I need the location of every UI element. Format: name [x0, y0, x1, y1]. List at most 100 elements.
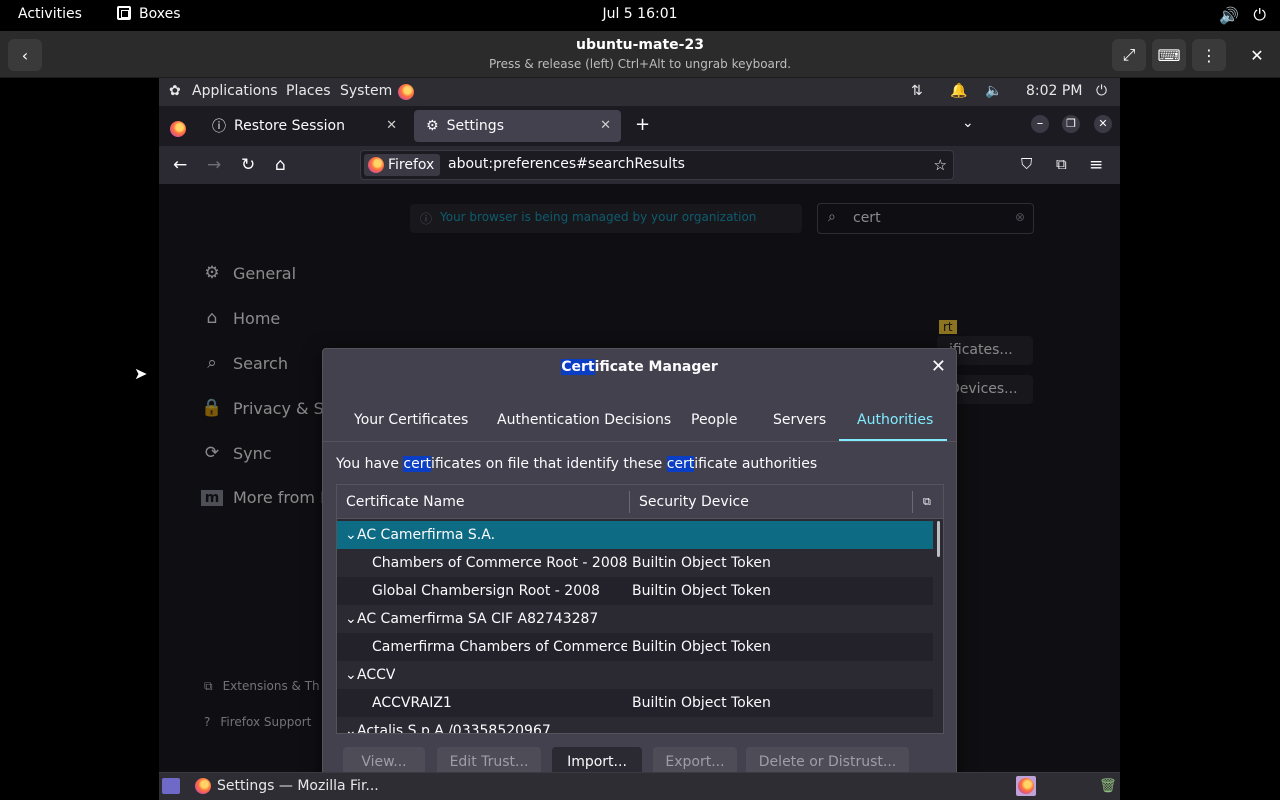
places-menu[interactable]: Places — [286, 83, 331, 99]
tree-cert-row[interactable]: Camerfirma Chambers of Commerce ... Buil… — [337, 633, 933, 661]
volume-icon[interactable]: 🔈 — [985, 83, 1002, 99]
tree-group-row[interactable]: ⌄ AC Camerfirma SA CIF A82743287 — [337, 605, 933, 633]
intro-highlight: cert — [666, 456, 695, 472]
close-browser-button[interactable]: ✕ — [1094, 115, 1112, 133]
column-divider — [912, 491, 913, 513]
tab-authentication-decisions[interactable]: Authentication Decisions — [497, 412, 671, 428]
column-security-device[interactable]: Security Device — [639, 494, 749, 510]
system-menu[interactable]: System — [340, 83, 392, 99]
firefox-icon — [170, 120, 186, 137]
home-icon[interactable]: ⌂ — [275, 155, 286, 175]
expand-icon: ⤢ — [1122, 45, 1136, 64]
identity-box[interactable]: Firefox — [364, 154, 441, 176]
close-window-button[interactable]: ✕ — [1240, 39, 1274, 71]
mate-bottom-panel: Settings — Mozilla Fir... 🗑 — [159, 772, 1120, 800]
tree-group-row[interactable]: ⌄ AC Camerfirma S.A. — [337, 521, 933, 549]
tree-group-row[interactable]: ⌄ ACCV — [337, 661, 933, 689]
boxes-header-bar: ‹ ubuntu-mate-23 Press & release (left) … — [0, 31, 1280, 78]
bell-icon[interactable]: 🔔 — [950, 83, 967, 99]
firefox-icon — [195, 778, 211, 794]
panel-clock[interactable]: 8:02 PM — [1026, 83, 1082, 99]
gnome-clock[interactable]: Jul 5 16:01 — [0, 6, 1280, 22]
menu-button[interactable]: ⋮ — [1192, 39, 1226, 71]
bookmark-star-icon[interactable]: ☆ — [934, 156, 947, 174]
close-tab-icon[interactable]: ✕ — [386, 118, 397, 133]
list-tabs-button[interactable]: ⌄ — [962, 115, 974, 131]
taskbar-window-settings[interactable]: Settings — Mozilla Fir... — [195, 778, 379, 794]
show-desktop-icon[interactable] — [162, 778, 180, 794]
tab-authorities[interactable]: Authorities — [857, 412, 933, 428]
workspace-switcher[interactable] — [1016, 776, 1036, 796]
tab-people[interactable]: People — [691, 412, 738, 428]
tab-your-certificates[interactable]: Your Certificates — [354, 412, 468, 428]
taskbar-window-label: Settings — Mozilla Fir... — [217, 778, 379, 794]
tab-settings[interactable]: ⚙ Settings ✕ — [414, 110, 621, 142]
gnome-top-bar: Activities Boxes Jul 5 16:01 🔊 ⏻ — [0, 0, 1280, 31]
firefox-launcher[interactable] — [398, 84, 414, 100]
settings-page: ⓘ Your browser is being managed by your … — [159, 184, 1120, 800]
tabs-divider — [323, 441, 956, 442]
close-icon: ✕ — [1250, 45, 1264, 65]
pocket-icon[interactable]: ⛉ — [1021, 155, 1032, 173]
tree-cert-row[interactable]: Chambers of Commerce Root - 2008 Builtin… — [337, 549, 933, 577]
forward-arrow-icon[interactable]: → — [207, 155, 221, 175]
hamburger-menu-icon[interactable]: ≡ — [1089, 155, 1103, 175]
firefox-tab-bar: ⓘ Restore Session ✕ ⚙ Settings ✕ + ⌄ – ❐… — [159, 106, 1120, 146]
power-icon[interactable]: ⏻ — [1096, 83, 1107, 99]
title-rest: ificate Manager — [594, 359, 718, 375]
title-highlight: Cert — [561, 359, 595, 375]
ungrab-hint: Press & release (left) Ctrl+Alt to ungra… — [488, 57, 792, 71]
column-certificate-name[interactable]: Certificate Name — [346, 494, 464, 510]
applications-menu[interactable]: Applications — [192, 83, 278, 99]
system-tray[interactable]: 🔊 ⏻ — [1219, 5, 1266, 25]
keyboard-button[interactable]: ⌨ — [1152, 39, 1186, 71]
extensions-icon[interactable]: ⧉ — [1056, 155, 1067, 173]
tab-label: Restore Session — [234, 118, 345, 134]
trash-icon[interactable]: 🗑 — [1099, 778, 1117, 794]
tab-restore-session[interactable]: ⓘ Restore Session ✕ — [200, 110, 407, 142]
fullscreen-button[interactable]: ⤢ — [1112, 39, 1146, 71]
column-divider — [629, 491, 630, 513]
vm-display[interactable]: ✿ Applications Places System ⇅ 🔔 🔈 8:02 … — [159, 78, 1120, 800]
firefox-view-button[interactable] — [170, 118, 186, 137]
certificate-tree[interactable]: Certificate Name Security Device ⧉ ⌄ AC … — [336, 484, 944, 734]
expand-chevron-icon[interactable]: ⌄ — [345, 527, 357, 543]
kebab-menu-icon: ⋮ — [1201, 45, 1217, 65]
expand-chevron-icon[interactable]: ⌄ — [345, 667, 357, 683]
identity-label: Firefox — [388, 157, 435, 173]
dialog-close-button[interactable]: ✕ — [931, 356, 946, 377]
tree-group-row[interactable]: ⌄ Actalis S.p.A./03358520967 — [337, 717, 933, 733]
reload-icon[interactable]: ↻ — [241, 155, 255, 175]
url-text[interactable]: about:preferences#searchResults — [448, 156, 685, 172]
mate-top-panel: ✿ Applications Places System ⇅ 🔔 🔈 8:02 … — [159, 78, 1120, 106]
certificate-manager-dialog: Certificate Manager ✕ Your Certificates … — [322, 348, 957, 800]
expand-chevron-icon[interactable]: ⌄ — [345, 611, 357, 627]
tree-scrollbar[interactable] — [937, 521, 940, 557]
cert-device: Builtin Object Token — [632, 639, 771, 655]
cert-name: Global Chambersign Root - 2008 — [372, 583, 600, 599]
url-bar[interactable]: Firefox about:preferences#searchResults … — [360, 150, 954, 180]
group-name: ACCV — [357, 667, 396, 683]
tree-cert-row[interactable]: Global Chambersign Root - 2008 Builtin O… — [337, 577, 933, 605]
column-picker-icon[interactable]: ⧉ — [923, 495, 931, 509]
cert-device: Builtin Object Token — [632, 583, 771, 599]
ubuntu-logo-icon: ✿ — [169, 83, 181, 99]
authorities-intro: You have certificates on file that ident… — [336, 456, 817, 472]
vm-title: ubuntu-mate-23 — [576, 37, 704, 53]
new-tab-button[interactable]: + — [635, 114, 650, 135]
minimize-button[interactable]: – — [1031, 115, 1049, 133]
expand-chevron-icon[interactable]: ⌄ — [345, 723, 357, 733]
intro-text: ificates on file that identify these — [430, 456, 667, 472]
firefox-icon — [368, 157, 384, 173]
back-arrow-icon[interactable]: ← — [173, 155, 187, 175]
tab-servers[interactable]: Servers — [773, 412, 826, 428]
cert-name: ACCVRAIZ1 — [372, 695, 452, 711]
close-tab-icon[interactable]: ✕ — [600, 118, 611, 133]
cert-name: Camerfirma Chambers of Commerce ... — [372, 639, 627, 655]
tree-cert-row[interactable]: ACCVRAIZ1 Builtin Object Token — [337, 689, 933, 717]
restore-button[interactable]: ❐ — [1062, 115, 1080, 133]
tab-label: Settings — [446, 118, 504, 134]
info-icon: ⓘ — [212, 119, 226, 135]
network-icon[interactable]: ⇅ — [911, 83, 923, 99]
gear-icon: ⚙ — [426, 118, 439, 134]
